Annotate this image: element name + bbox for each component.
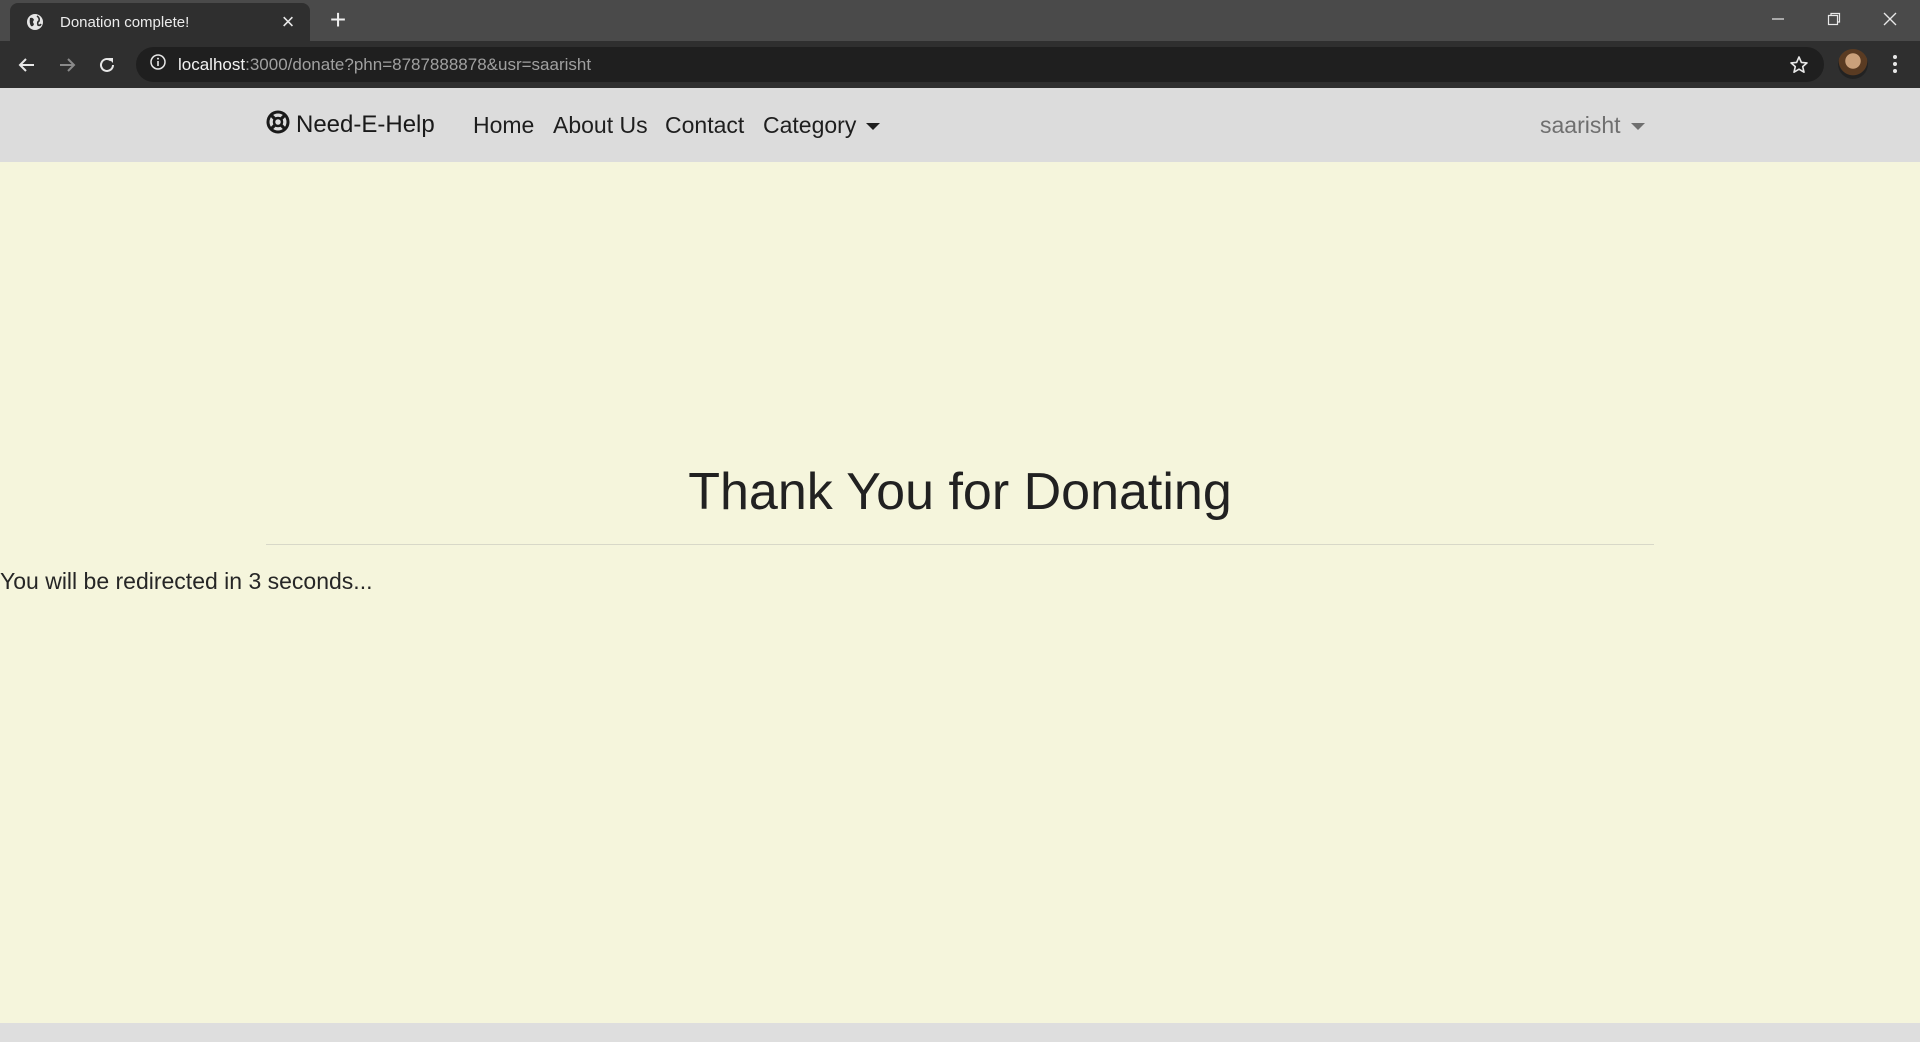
user-dropdown[interactable]: saarisht: [1540, 112, 1645, 139]
url-host: localhost: [178, 54, 246, 74]
chevron-down-icon: [866, 123, 881, 131]
url-path: :3000/donate?phn=8787888878&usr=saarisht: [245, 54, 592, 74]
nav-home[interactable]: Home: [473, 112, 534, 139]
browser-toolbar: localhost:3000/donate?phn=8787888878&usr…: [0, 41, 1920, 88]
nav-category-dropdown[interactable]: Category: [763, 112, 881, 139]
plus-icon[interactable]: +: [324, 6, 352, 34]
lifebuoy-icon: [266, 110, 290, 139]
page-title: Thank You for Donating: [688, 463, 1232, 521]
star-icon[interactable]: [1788, 54, 1810, 76]
forward-arrow-icon[interactable]: [50, 48, 84, 82]
url-text: localhost:3000/donate?phn=8787888878&usr…: [178, 55, 591, 75]
browser-tab-strip: Donation complete! × +: [0, 0, 1920, 41]
browser-tab[interactable]: Donation complete! ×: [10, 3, 310, 41]
brand-name: Need-E-Help: [296, 110, 435, 138]
redirect-message: You will be redirected in 3 seconds...: [0, 568, 373, 594]
address-bar[interactable]: localhost:3000/donate?phn=8787888878&usr…: [136, 47, 1824, 82]
divider: [266, 544, 1654, 545]
close-icon[interactable]: ×: [278, 11, 298, 33]
nav-category-label: Category: [763, 112, 857, 138]
back-arrow-icon[interactable]: [10, 48, 44, 82]
tab-title: Donation complete!: [60, 13, 190, 31]
site-navbar: Need-E-Help Home About Us Contact Catego…: [0, 88, 1920, 162]
chevron-down-icon: [1630, 123, 1645, 131]
brand-link[interactable]: Need-E-Help: [266, 110, 435, 139]
avatar[interactable]: [1838, 49, 1868, 79]
kebab-menu-icon[interactable]: [1880, 49, 1910, 79]
reload-icon[interactable]: [90, 48, 124, 82]
bottom-strip: [0, 1023, 1920, 1042]
close-window-icon[interactable]: [1862, 0, 1918, 37]
minimize-icon[interactable]: [1750, 0, 1806, 37]
globe-icon: [24, 11, 46, 33]
restore-icon[interactable]: [1806, 0, 1862, 37]
nav-contact[interactable]: Contact: [665, 112, 744, 139]
username: saarisht: [1540, 112, 1621, 138]
nav-about-us[interactable]: About Us: [553, 112, 648, 139]
info-icon[interactable]: [150, 54, 166, 75]
